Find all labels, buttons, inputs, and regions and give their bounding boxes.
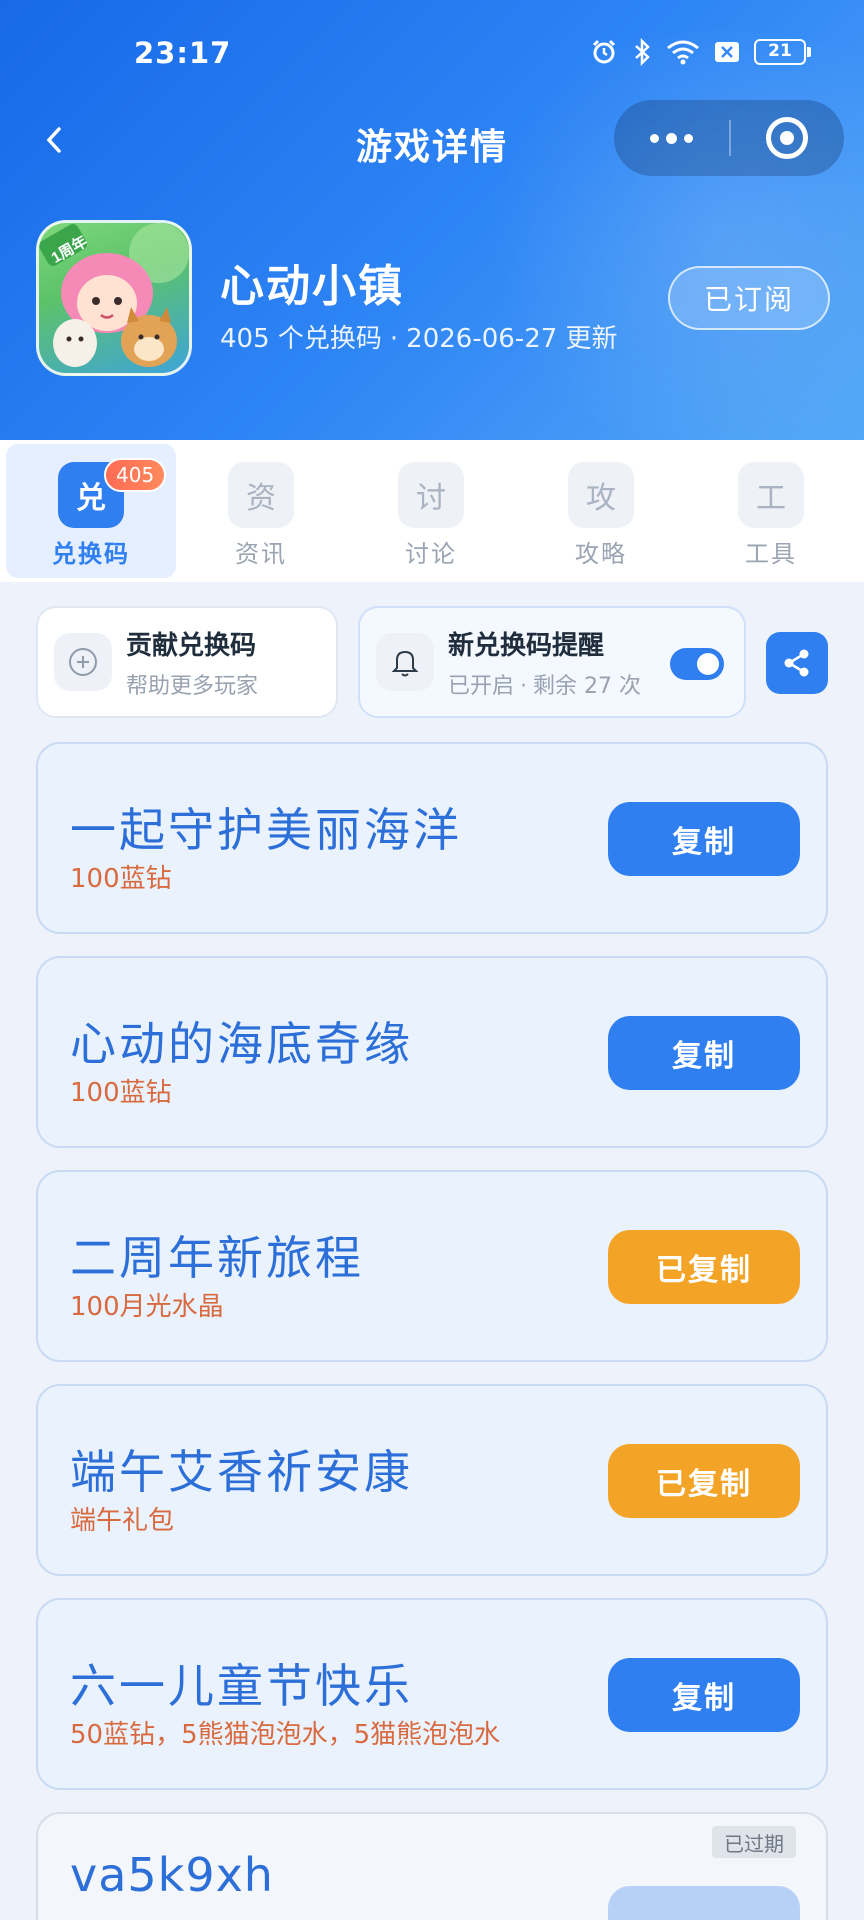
subscribe-button[interactable]: 已订阅 <box>668 266 830 330</box>
copy-button[interactable] <box>608 1886 800 1920</box>
bell-icon <box>376 633 434 691</box>
tab-codes[interactable]: 兑 兑换码 405 <box>6 444 176 578</box>
code-reminder-card[interactable]: 新兑换码提醒 已开启 · 剩余 27 次 <box>358 606 746 718</box>
close-mini-program-button[interactable] <box>731 100 844 176</box>
more-button[interactable] <box>614 100 729 176</box>
copy-button[interactable]: 复制 <box>608 802 800 876</box>
tab-label: 工具 <box>745 540 797 568</box>
game-info: 1周年 心动小镇 405 个兑换码 · 2026-06-27 更新 已订阅 <box>36 220 836 380</box>
share-icon <box>784 649 809 677</box>
tab-tools[interactable]: 工 工具 <box>686 440 856 582</box>
status-bar: 23:17 21 <box>0 0 864 110</box>
game-name: 心动小镇 <box>220 261 404 312</box>
code-text: 一起守护美丽海洋 <box>70 803 462 857</box>
game-icon: 1周年 <box>36 220 192 376</box>
tab-label: 资讯 <box>235 540 287 568</box>
copy-button[interactable]: 复制 <box>608 1016 800 1090</box>
news-tab-icon: 资 <box>228 462 294 528</box>
capsule-divider <box>729 120 731 156</box>
reminder-status: 已开启 · 剩余 27 次 <box>448 673 641 699</box>
game-artwork: 1周年 <box>39 223 189 367</box>
tab-label: 兑换码 <box>52 540 130 568</box>
reminder-title: 新兑换码提醒 <box>448 630 605 661</box>
guides-tab-icon: 攻 <box>568 462 634 528</box>
tab-guides[interactable]: 攻 攻略 <box>516 440 686 582</box>
share-button[interactable] <box>766 632 828 694</box>
contribute-subtitle: 帮助更多玩家 <box>126 673 259 699</box>
tab-label: 攻略 <box>575 540 627 568</box>
code-card: 心动的海底奇缘 100蓝钻 复制 <box>36 956 828 1148</box>
code-text: 六一儿童节快乐 <box>70 1659 413 1713</box>
code-reward: 100蓝钻 <box>70 864 172 894</box>
page-title: 游戏详情 <box>355 127 508 168</box>
expired-code-card: va5k9xh 已过期 <box>36 1812 828 1920</box>
code-text: 心动的海底奇缘 <box>70 1017 413 1071</box>
code-card: 二周年新旅程 100月光水晶 已复制 <box>36 1170 828 1362</box>
code-count: 405 个兑换码 <box>220 324 382 354</box>
tab-bar: 兑 兑换码 405 资 资讯 讨 讨论 攻 攻略 工 工具 <box>0 440 864 582</box>
alarm-icon <box>592 39 616 64</box>
discussion-tab-icon: 讨 <box>398 462 464 528</box>
expired-badge: 已过期 <box>712 1826 796 1858</box>
code-reward: 端午礼包 <box>70 1506 175 1536</box>
code-count-badge: 405 <box>104 458 167 492</box>
code-text: 端午艾香祈安康 <box>70 1445 413 1499</box>
status-time: 23:17 <box>134 36 232 70</box>
target-icon <box>766 117 808 159</box>
code-text: va5k9xh <box>70 1848 274 1902</box>
copied-button[interactable]: 已复制 <box>608 1444 800 1518</box>
code-card: 端午艾香祈安康 端午礼包 已复制 <box>36 1384 828 1576</box>
reminder-toggle[interactable] <box>670 648 724 680</box>
bluetooth-icon <box>635 38 650 66</box>
tools-tab-icon: 工 <box>738 462 804 528</box>
plus-circle-icon <box>54 633 112 691</box>
tab-news[interactable]: 资 资讯 <box>176 440 346 582</box>
code-list: 一起守护美丽海洋 100蓝钻 复制 心动的海底奇缘 100蓝钻 复制 二周年新旅… <box>36 742 828 1920</box>
tab-discussion[interactable]: 讨 讨论 <box>346 440 516 582</box>
action-row: 贡献兑换码 帮助更多玩家 新兑换码提醒 已开启 · 剩余 27 次 <box>0 606 864 720</box>
contribute-code-card[interactable]: 贡献兑换码 帮助更多玩家 <box>36 606 338 718</box>
meta-separator: · <box>389 324 399 354</box>
game-meta: 405 个兑换码 · 2026-06-27 更新 <box>220 318 618 355</box>
code-reward: 100月光水晶 <box>70 1292 224 1322</box>
more-dots-icon <box>650 133 659 143</box>
header: 23:17 21 游戏详情 1周年 心动小镇 405 个兑换码 · 2026-0… <box>0 0 864 440</box>
copy-button[interactable]: 复制 <box>608 1658 800 1732</box>
tab-label: 讨论 <box>405 540 457 568</box>
update-date: 2026-06-27 更新 <box>406 324 618 354</box>
code-reward: 50蓝钻，5熊猫泡泡水，5猫熊泡泡水 <box>70 1720 501 1750</box>
wifi-icon <box>667 40 699 65</box>
mini-program-capsule <box>614 100 844 176</box>
copied-button[interactable]: 已复制 <box>608 1230 800 1304</box>
code-reward: 100蓝钻 <box>70 1078 172 1108</box>
status-icons: 21 <box>590 38 811 66</box>
code-card: 一起守护美丽海洋 100蓝钻 复制 <box>36 742 828 934</box>
nav-bar: 游戏详情 <box>0 100 864 180</box>
battery-icon: 21 <box>754 39 811 65</box>
code-card: 六一儿童节快乐 50蓝钻，5熊猫泡泡水，5猫熊泡泡水 复制 <box>36 1598 828 1790</box>
code-text: 二周年新旅程 <box>70 1231 364 1285</box>
sim-off-icon <box>715 42 739 62</box>
contribute-title: 贡献兑换码 <box>126 630 257 661</box>
